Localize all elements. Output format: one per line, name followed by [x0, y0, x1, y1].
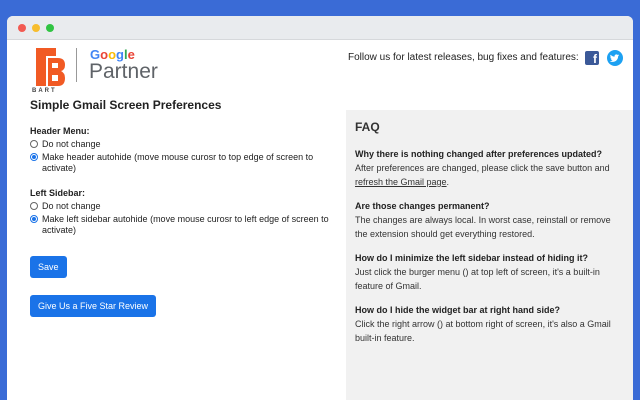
option-label: Make header autohide (move mouse curosr …	[42, 152, 314, 173]
faq-question: Why there is nothing changed after prefe…	[355, 149, 603, 159]
preferences-panel: Simple Gmail Screen Preferences Header M…	[30, 98, 330, 317]
minimize-window-button[interactable]	[32, 24, 40, 32]
option-label: Do not change	[42, 201, 101, 211]
faq-answer: The changes are always local. In worst c…	[355, 215, 611, 239]
close-window-button[interactable]	[18, 24, 26, 32]
left-sidebar-label: Left Sidebar:	[30, 188, 86, 198]
five-star-review-button[interactable]: Give Us a Five Star Review	[30, 295, 157, 317]
twitter-icon[interactable]	[607, 50, 623, 66]
faq-question: Are those changes permanent?	[355, 201, 490, 211]
faq-question: How do I hide the widget bar at right ha…	[355, 305, 561, 315]
save-button[interactable]: Save	[30, 256, 67, 278]
header-menu-group: Header Menu: Do not change Make header a…	[30, 126, 330, 174]
faq-panel: FAQ Why there is nothing changed after p…	[346, 110, 633, 400]
option-label: Do not change	[42, 139, 101, 149]
option-label: Make left sidebar autohide (move mouse c…	[42, 214, 329, 235]
refresh-gmail-link[interactable]: refresh the Gmail page	[355, 177, 447, 187]
sidebar-option-autohide[interactable]: Make left sidebar autohide (move mouse c…	[30, 214, 330, 236]
faq-answer: Just click the burger menu () at top lef…	[355, 267, 600, 291]
page-title: Simple Gmail Screen Preferences	[30, 98, 222, 112]
header-option-no-change[interactable]: Do not change	[30, 139, 330, 150]
follow-us-text: Follow us for latest releases, bug fixes…	[348, 52, 579, 63]
browser-window: BART Google Partner Follow us for latest…	[7, 16, 633, 400]
logo-divider	[76, 48, 77, 82]
header-option-autohide[interactable]: Make header autohide (move mouse curosr …	[30, 152, 330, 174]
header-autohide-radio[interactable]	[30, 153, 38, 161]
faq-question: How do I minimize the left sidebar inste…	[355, 253, 589, 263]
header-menu-label: Header Menu:	[30, 126, 90, 136]
sidebar-no-change-radio[interactable]	[30, 202, 38, 210]
left-sidebar-group: Left Sidebar: Do not change Make left si…	[30, 188, 330, 236]
bart-logo-icon	[36, 48, 65, 86]
sidebar-option-no-change[interactable]: Do not change	[30, 201, 330, 212]
partner-wordmark: Partner	[89, 60, 158, 83]
facebook-icon[interactable]: f	[585, 51, 599, 66]
faq-answer: After preferences are changed, please cl…	[355, 163, 610, 187]
title-bar	[7, 16, 633, 40]
page-header: BART Google Partner Follow us for latest…	[7, 40, 633, 98]
sidebar-autohide-radio[interactable]	[30, 215, 38, 223]
faq-title: FAQ	[355, 120, 380, 134]
bart-logo-text: BART	[32, 88, 57, 94]
faq-answer: Click the right arrow () at bottom right…	[355, 319, 611, 343]
maximize-window-button[interactable]	[46, 24, 54, 32]
header-no-change-radio[interactable]	[30, 140, 38, 148]
